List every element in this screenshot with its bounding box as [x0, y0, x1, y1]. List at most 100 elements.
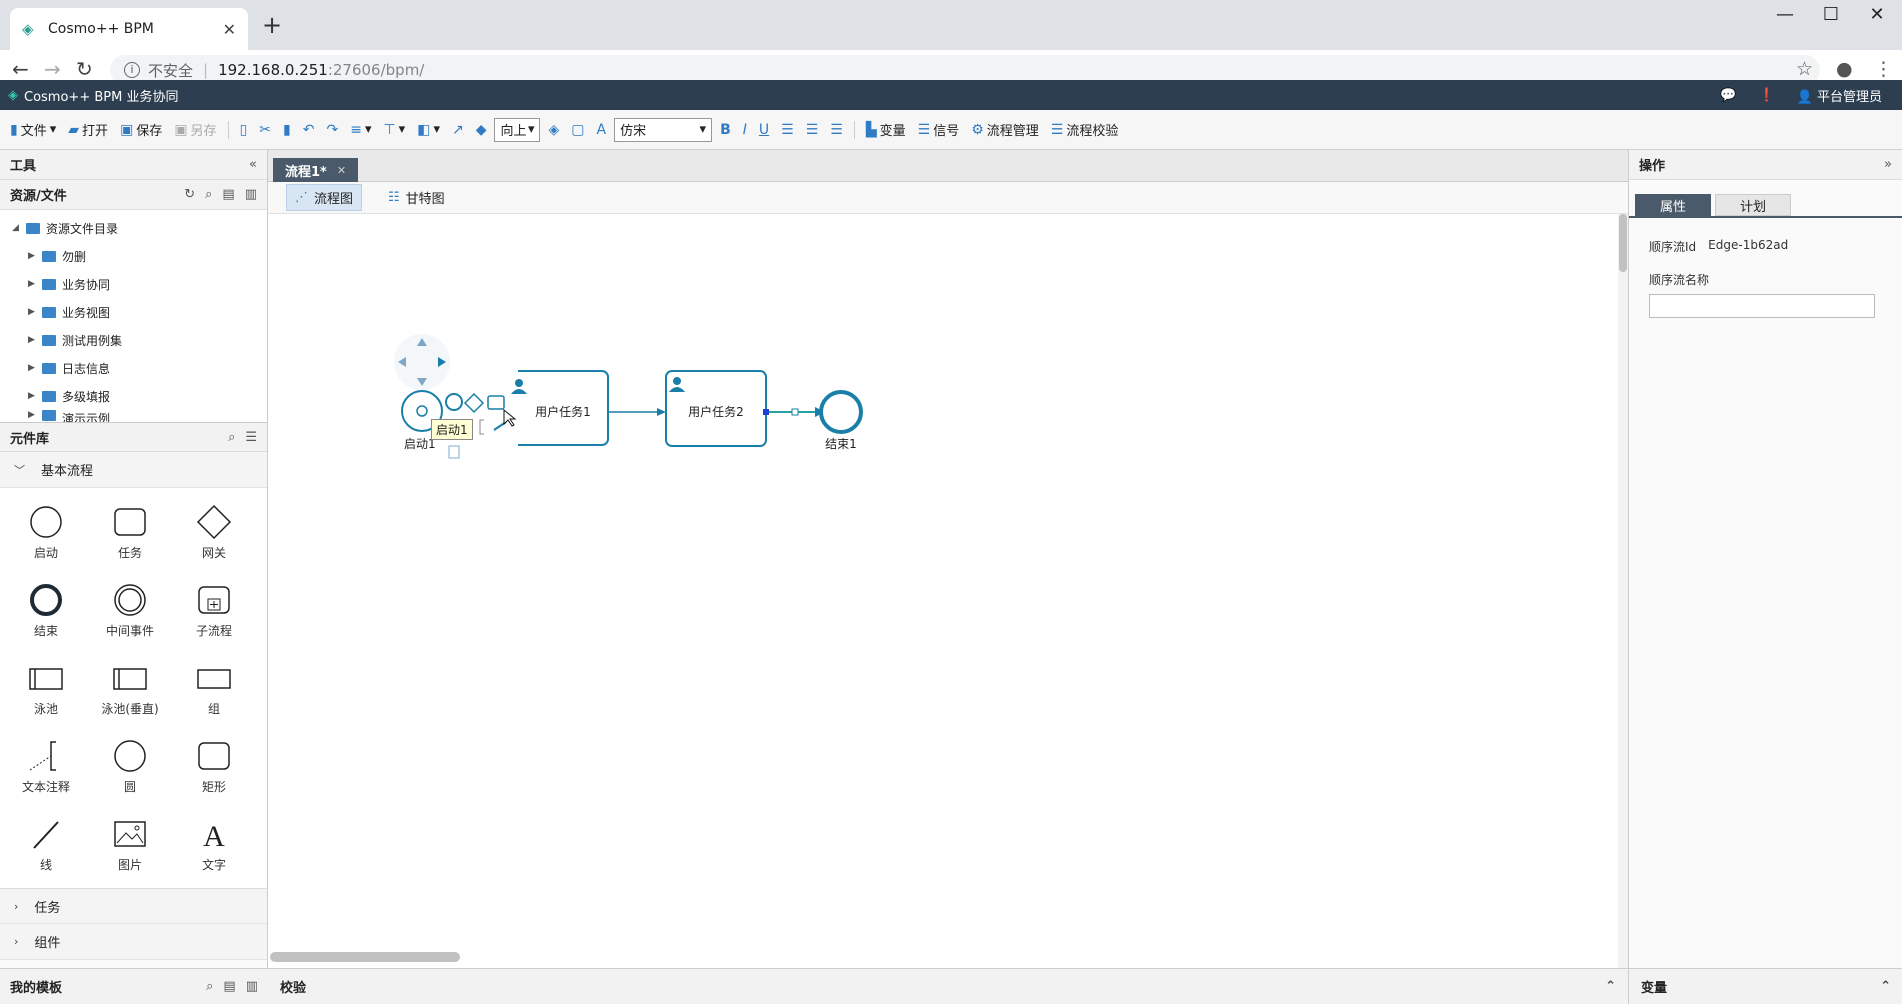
palette-gateway[interactable]: 网关 [172, 496, 256, 568]
distribute-button[interactable]: ⊤ ▾ [379, 122, 409, 138]
quick-add-annotation-icon[interactable] [479, 419, 484, 435]
gantt-view-button[interactable]: ☷ 甘特图 [380, 185, 453, 210]
bold-button[interactable]: B [716, 122, 735, 138]
tree-item[interactable]: ▶ 勿删 [0, 242, 267, 270]
search-icon[interactable]: ⌕ [205, 187, 212, 202]
tree-item[interactable]: ▶ 业务视图 [0, 298, 267, 326]
forward-icon[interactable]: → [44, 58, 61, 80]
palette-pool-vertical[interactable]: 泳池(垂直) [88, 652, 172, 724]
user-menu[interactable]: 👤 平台管理员 [1797, 86, 1882, 105]
process-check-button[interactable]: ☰ 流程校验 [1047, 120, 1123, 140]
fill-color-button[interactable]: ◈ [544, 122, 563, 138]
expand-down-icon[interactable]: ◢ [12, 223, 22, 233]
paste-button[interactable]: ▮ [279, 122, 295, 138]
close-doc-tab-icon[interactable]: ✕ [337, 164, 346, 177]
open-button[interactable]: ▰ 打开 [64, 120, 112, 140]
menu-dots-icon[interactable]: ⋮ [1874, 58, 1893, 80]
alert-icon[interactable]: ❗ [1758, 88, 1774, 103]
palette-end[interactable]: 结束 [4, 574, 88, 646]
tree-item[interactable]: ▶ 业务协同 [0, 270, 267, 298]
align-left-button[interactable]: ☰ [777, 122, 798, 138]
align-center-button[interactable]: ☰ [802, 122, 823, 138]
new-file-icon[interactable]: ▤ [222, 187, 234, 202]
close-window-icon[interactable]: ✕ [1854, 4, 1900, 25]
profile-icon[interactable]: ● [1836, 58, 1853, 80]
tree-item[interactable]: ▶ 多级填报 [0, 382, 267, 410]
tree-root[interactable]: ◢ 资源文件目录 [0, 214, 267, 242]
expand-right-icon[interactable]: ▶ [28, 251, 38, 261]
align-button[interactable]: ≡ ▾ [346, 122, 375, 138]
font-select[interactable]: 仿宋 ▾ [614, 117, 713, 142]
palette-task[interactable]: 任务 [88, 496, 172, 568]
collapse-left-icon[interactable]: « [249, 157, 257, 172]
new-tab-button[interactable]: + [262, 12, 282, 38]
save-as-button[interactable]: ▣ 另存 [170, 120, 220, 140]
pointer-button[interactable]: ↗ [448, 122, 468, 138]
tree-item[interactable]: ▶ 测试用例集 [0, 326, 267, 354]
save-button[interactable]: ▣ 保存 [116, 120, 166, 140]
palette-image[interactable]: 图片 [88, 808, 172, 880]
search-icon[interactable]: ⌕ [228, 430, 235, 445]
expand-right-icon[interactable]: ▶ [28, 307, 38, 317]
cut-button[interactable]: ✂ [255, 122, 275, 138]
underline-button[interactable]: U [755, 122, 773, 138]
horizontal-scroll-thumb[interactable] [270, 952, 460, 962]
palette-text[interactable]: A 文字 [172, 808, 256, 880]
tree-item[interactable]: ▶ 演示示例 [0, 410, 267, 422]
end-event[interactable] [819, 390, 863, 434]
arrange-button[interactable]: ◧ ▾ [413, 122, 444, 138]
palette-start[interactable]: 启动 [4, 496, 88, 568]
flow-name-input[interactable] [1649, 294, 1875, 318]
doc-tab-process1[interactable]: 流程1* ✕ [273, 158, 359, 182]
quick-add-end-icon[interactable] [445, 393, 463, 411]
new-folder-icon[interactable]: ▥ [246, 979, 258, 994]
italic-button[interactable]: I [739, 122, 751, 138]
close-tab-icon[interactable]: ✕ [223, 20, 236, 39]
move-handles[interactable] [394, 334, 450, 390]
bookmark-star-icon[interactable]: ☆ [1796, 58, 1813, 80]
delete-icon[interactable] [448, 445, 460, 459]
back-icon[interactable]: ← [12, 58, 29, 80]
font-color-button[interactable]: A [593, 122, 611, 138]
info-icon[interactable]: i [124, 62, 140, 78]
new-file-icon[interactable]: ▤ [223, 979, 235, 994]
direction-select[interactable]: 向上 ▾ [494, 117, 541, 142]
group-basic-flow[interactable]: ﹀ 基本流程 [0, 452, 267, 488]
palette-group[interactable]: 组 [172, 652, 256, 724]
border-color-button[interactable]: ▢ [567, 122, 588, 138]
file-menu-button[interactable]: ▮ 文件 ▾ [6, 120, 60, 140]
align-right-button[interactable]: ☰ [826, 122, 847, 138]
expand-right-icon[interactable]: ▶ [28, 335, 38, 345]
palette-line[interactable]: 线 [4, 808, 88, 880]
signal-button[interactable]: ☰ 信号 [914, 120, 964, 140]
search-icon[interactable]: ⌕ [206, 979, 213, 994]
reload-icon[interactable]: ↻ [76, 58, 93, 80]
quick-add-task-icon[interactable] [487, 395, 505, 410]
palette-intermediate[interactable]: 中间事件 [88, 574, 172, 646]
tab-properties[interactable]: 属性 [1635, 194, 1711, 216]
expand-right-icon[interactable]: ▶ [28, 391, 38, 401]
palette-annotation[interactable]: 文本注释 [4, 730, 88, 802]
tree-item[interactable]: ▶ 日志信息 [0, 354, 267, 382]
maximize-icon[interactable]: ☐ [1808, 4, 1854, 25]
redo-button[interactable]: ↷ [322, 122, 342, 138]
palette-circle[interactable]: 圆 [88, 730, 172, 802]
undo-button[interactable]: ↶ [299, 122, 319, 138]
quick-add-gateway-icon[interactable] [463, 392, 485, 414]
vertical-scrollbar[interactable] [1618, 214, 1628, 968]
collapse-right-icon[interactable]: » [1884, 157, 1892, 172]
diagram-canvas[interactable]: 启动1 启动1 用户任务1 用户任务2 结束1 [268, 214, 1628, 968]
expand-right-icon[interactable]: ▶ [28, 279, 38, 289]
group-component[interactable]: › 组件 [0, 924, 267, 960]
browser-tab[interactable]: ◈ Cosmo++ BPM ✕ [10, 8, 248, 50]
flowchart-view-button[interactable]: ⋰ 流程图 [286, 184, 363, 211]
group-task[interactable]: › 任务 [0, 888, 267, 924]
message-icon[interactable]: 💬 [1720, 88, 1736, 103]
fill-button[interactable]: ◆ [472, 122, 491, 138]
expand-up-icon[interactable]: ⌃ [1605, 979, 1616, 994]
minimize-icon[interactable]: — [1762, 4, 1808, 25]
palette-pool[interactable]: 泳池 [4, 652, 88, 724]
refresh-icon[interactable]: ↻ [184, 187, 195, 202]
tab-plan[interactable]: 计划 [1715, 194, 1791, 216]
palette-subprocess[interactable]: 子流程 [172, 574, 256, 646]
